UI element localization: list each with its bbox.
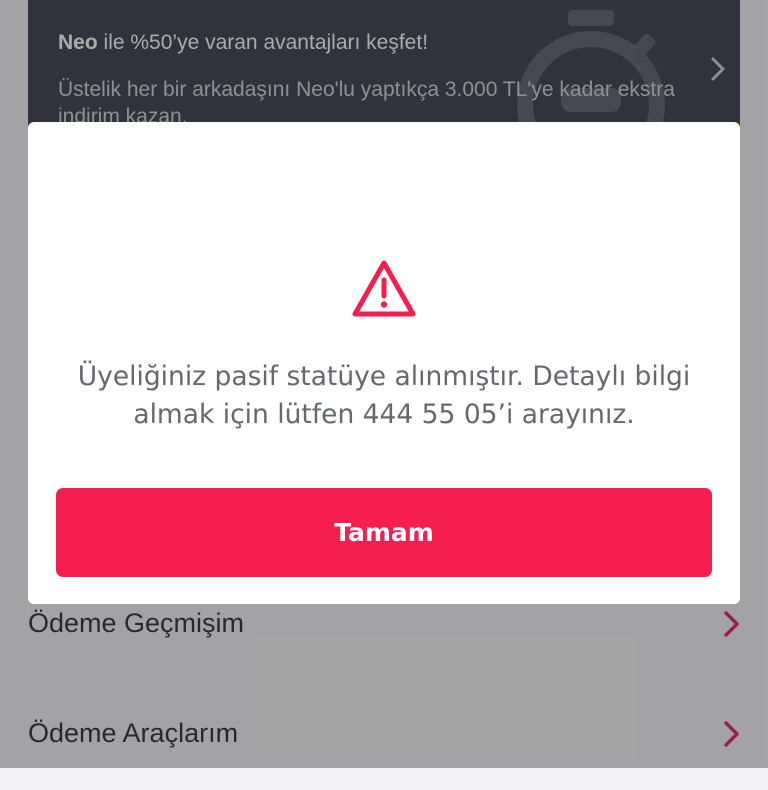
ok-button[interactable]: Tamam bbox=[56, 488, 712, 577]
alert-dialog: Üyeliğiniz pasif statüye alınmıştır. Det… bbox=[28, 122, 740, 604]
dialog-message: Üyeliğiniz pasif statüye alınmıştır. Det… bbox=[77, 361, 691, 430]
warning-triangle-icon bbox=[350, 258, 418, 325]
